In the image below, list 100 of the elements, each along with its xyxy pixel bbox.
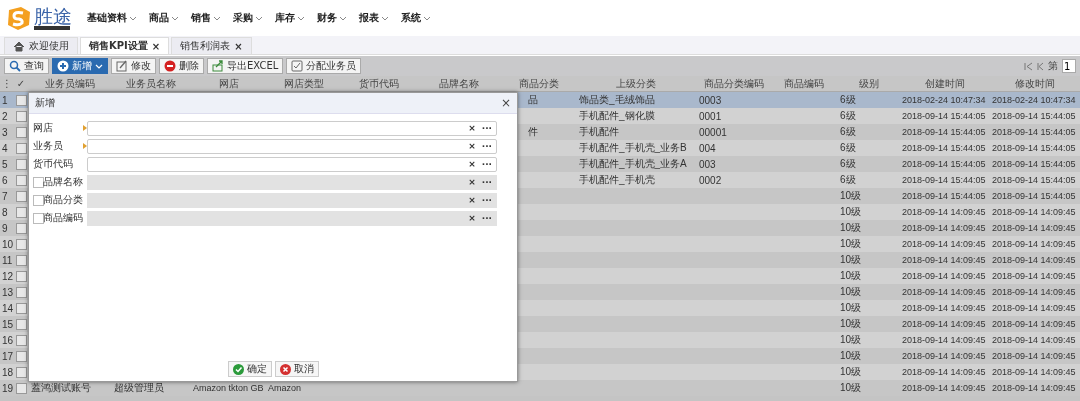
chevron-down-icon bbox=[95, 62, 103, 70]
input-field[interactable]: × ··· bbox=[87, 156, 497, 172]
more-icon[interactable]: ··· bbox=[481, 123, 492, 133]
column-header[interactable]: 商品分类编码 bbox=[696, 76, 771, 91]
row-checkbox[interactable] bbox=[15, 190, 27, 202]
row-checkbox[interactable] bbox=[15, 334, 27, 346]
more-icon[interactable]: ··· bbox=[481, 141, 492, 151]
field-label: 商品分类 bbox=[43, 193, 83, 207]
table-cell-text: 2018-09-14 14:09:45 bbox=[901, 255, 987, 265]
row-checkbox[interactable] bbox=[15, 382, 27, 394]
logo-subtitle-bar bbox=[34, 26, 70, 30]
table-cell-text: 10级 bbox=[839, 221, 863, 235]
table-cell-text: 10级 bbox=[839, 253, 863, 267]
clear-icon[interactable]: × bbox=[468, 123, 476, 133]
table-cell-text: 2018-09-14 14:09:45 bbox=[901, 335, 987, 345]
row-number: 5 bbox=[1, 158, 9, 170]
menu-item[interactable]: 系统 bbox=[398, 11, 434, 25]
table-cell-text: 2018-09-14 14:09:45 bbox=[991, 319, 1077, 329]
close-icon[interactable]: × bbox=[234, 40, 243, 52]
table-cell-text: 2018-09-14 15:44:05 bbox=[991, 127, 1077, 137]
column-header[interactable]: 商品编码 bbox=[771, 76, 837, 91]
menu-item[interactable]: 财务 bbox=[314, 11, 350, 25]
table-cell-text: 10级 bbox=[839, 365, 863, 379]
home-icon bbox=[13, 40, 25, 52]
input-field[interactable]: × ··· bbox=[87, 138, 497, 154]
field-label: 网店 bbox=[33, 121, 54, 135]
table-cell-text: 10级 bbox=[839, 269, 863, 283]
input-field[interactable]: × ··· bbox=[87, 120, 497, 136]
column-header[interactable]: 业务员编码 bbox=[28, 76, 111, 91]
row-checkbox[interactable] bbox=[15, 318, 27, 330]
table-cell-text: 10级 bbox=[839, 189, 863, 203]
column-menu-icon[interactable]: ⋮ bbox=[0, 78, 14, 89]
menu-item[interactable]: 商品 bbox=[146, 11, 182, 25]
column-header[interactable]: 商品分类 bbox=[501, 76, 576, 91]
row-checkbox[interactable] bbox=[15, 94, 27, 106]
previous-page-icon[interactable] bbox=[1037, 61, 1044, 71]
row-checkbox[interactable] bbox=[15, 270, 27, 282]
row-number: 15 bbox=[1, 318, 14, 330]
row-checkbox[interactable] bbox=[15, 350, 27, 362]
row-number: 12 bbox=[1, 270, 14, 282]
check-icon bbox=[232, 363, 244, 375]
clear-icon[interactable]: × bbox=[468, 159, 476, 169]
first-page-icon[interactable] bbox=[1024, 61, 1033, 71]
row-checkbox[interactable] bbox=[15, 302, 27, 314]
toolbar-button[interactable]: 新增 bbox=[52, 58, 108, 74]
column-header[interactable]: 修改时间 bbox=[990, 76, 1080, 91]
column-header[interactable]: 品牌名称 bbox=[416, 76, 501, 91]
row-checkbox[interactable] bbox=[15, 142, 27, 154]
tab[interactable]: 销售利润表 × bbox=[171, 37, 252, 54]
clear-icon[interactable]: × bbox=[468, 141, 476, 151]
toolbar-button[interactable]: 查询 bbox=[4, 58, 49, 74]
column-header[interactable]: 创建时间 bbox=[900, 76, 990, 91]
column-header[interactable]: 网店类型 bbox=[266, 76, 341, 91]
page-input[interactable]: 1 bbox=[1062, 59, 1076, 73]
menu-item[interactable]: 基础资料 bbox=[84, 11, 140, 25]
row-checkbox[interactable] bbox=[15, 174, 27, 186]
table-cell-text: 003 bbox=[698, 158, 717, 170]
row-checkbox[interactable] bbox=[15, 222, 27, 234]
close-icon[interactable]: × bbox=[500, 96, 511, 110]
toolbar-button[interactable]: 导出EXCEL bbox=[207, 58, 284, 74]
dialog-button[interactable]: 取消 bbox=[274, 361, 319, 377]
row-checkbox[interactable] bbox=[15, 110, 27, 122]
tab[interactable]: 欢迎使用 bbox=[4, 37, 78, 54]
menu-item[interactable]: 报表 bbox=[356, 11, 392, 25]
app-name: 胜途 bbox=[34, 6, 72, 26]
toolbar-button[interactable]: 删除 bbox=[159, 58, 204, 74]
menu-item[interactable]: 采购 bbox=[230, 11, 266, 25]
row-checkbox[interactable] bbox=[15, 206, 27, 218]
toolbar-button[interactable]: 修改 bbox=[111, 58, 156, 74]
field-label: 业务员 bbox=[33, 139, 64, 153]
more-icon[interactable]: ··· bbox=[481, 159, 492, 169]
row-checkbox[interactable] bbox=[15, 366, 27, 378]
row-checkbox[interactable] bbox=[15, 158, 27, 170]
column-header[interactable]: 级别 bbox=[837, 76, 900, 91]
tab[interactable]: 销售KPI设置 × bbox=[80, 37, 170, 54]
table-cell-text: 2018-09-14 14:09:45 bbox=[901, 367, 987, 377]
row-checkbox[interactable] bbox=[15, 126, 27, 138]
menu-item[interactable]: 库存 bbox=[272, 11, 308, 25]
column-header[interactable]: 业务员名称 bbox=[111, 76, 191, 91]
table-cell-text: 2018-09-14 14:09:45 bbox=[991, 367, 1077, 377]
row-checkbox[interactable] bbox=[15, 254, 27, 266]
table-cell-text: 2018-02-24 10:47:34 bbox=[991, 95, 1077, 105]
row-checkbox[interactable] bbox=[15, 238, 27, 250]
toolbar-button[interactable]: 分配业务员 bbox=[286, 58, 362, 74]
table-cell-text: 10级 bbox=[839, 301, 863, 315]
column-header[interactable]: 上级分类 bbox=[576, 76, 696, 91]
table-cell-text: Amazon bbox=[267, 383, 303, 393]
column-header[interactable]: 货币代码 bbox=[341, 76, 416, 91]
column-header[interactable]: 网店 bbox=[191, 76, 266, 91]
chevron-down-icon bbox=[381, 14, 389, 22]
row-number: 18 bbox=[1, 366, 14, 378]
row-checkbox[interactable] bbox=[15, 286, 27, 298]
table-cell-text: 2018-09-14 15:44:05 bbox=[901, 175, 987, 185]
menu-item[interactable]: 销售 bbox=[188, 11, 224, 25]
table-cell-text: 10级 bbox=[839, 333, 863, 347]
table-cell-text: 2018-09-14 15:44:05 bbox=[901, 143, 987, 153]
close-icon[interactable]: × bbox=[151, 40, 161, 52]
table-cell-text: 10级 bbox=[839, 349, 863, 363]
dialog-button[interactable]: 确定 bbox=[227, 361, 272, 377]
select-all-mark[interactable]: ✓ bbox=[14, 78, 28, 89]
